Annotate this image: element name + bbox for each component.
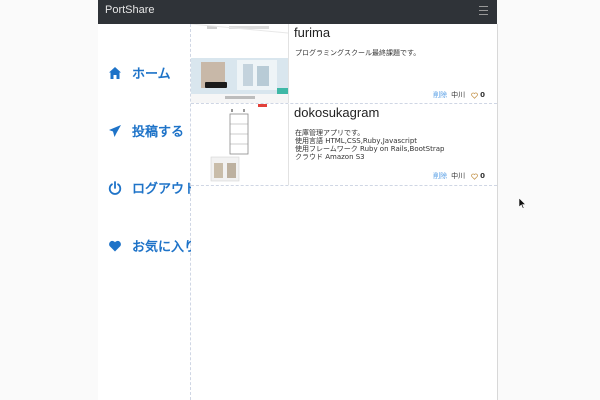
paper-plane-icon (109, 124, 121, 137)
description-line: プログラミングスクール最終課題です。 (295, 49, 421, 57)
sidebar-item-label: 投稿する (132, 125, 185, 140)
heart-outline-icon[interactable] (471, 173, 478, 180)
post-title[interactable]: dokosukagram (294, 105, 379, 120)
post-author: 中川 (451, 91, 466, 99)
description-line: クラウド Amazon S3 (295, 153, 365, 161)
sidebar-item-label: ログアウト (132, 182, 198, 197)
post-meta: 削除 中川 0 (433, 171, 485, 181)
post-card: furima プログラミングスクール最終課題です。 削除 中川 0 (191, 24, 497, 104)
sidebar: ホーム 投稿する ログアウト お気に入り (98, 24, 197, 400)
mouse-pointer-icon (519, 198, 527, 209)
sidebar-item-label: お気に入り (132, 240, 198, 255)
right-gutter (497, 0, 600, 400)
post-description: 在庫管理アプリです。 使用言語 HTML,CSS,Ruby,Javascript… (295, 129, 444, 161)
home-icon (109, 66, 121, 79)
like-count: 0 (480, 91, 485, 99)
power-icon (108, 180, 122, 195)
post-author: 中川 (451, 172, 466, 180)
heart-outline-icon[interactable] (471, 92, 478, 99)
post-feed: furima プログラミングスクール最終課題です。 削除 中川 0 dokosu… (191, 24, 498, 400)
sidebar-item-favorites[interactable]: お気に入り (108, 236, 197, 255)
page: PortShare ホーム 投稿する ログアウト お気に入り furima プロ… (0, 0, 600, 400)
sidebar-item-post[interactable]: 投稿する (108, 121, 184, 140)
delete-link[interactable]: 削除 (433, 90, 447, 100)
post-meta: 削除 中川 0 (433, 90, 485, 100)
post-title[interactable]: furima (294, 25, 330, 40)
brand-logo[interactable]: PortShare (105, 4, 155, 16)
thumbnail-shelf-image (191, 104, 288, 185)
menu-icon[interactable] (479, 6, 488, 15)
post-thumbnail[interactable] (191, 24, 289, 103)
like-count: 0 (480, 172, 485, 180)
sidebar-item-home[interactable]: ホーム (108, 63, 171, 82)
post-thumbnail[interactable] (191, 104, 289, 185)
sidebar-item-logout[interactable]: ログアウト (108, 178, 197, 197)
description-line: 在庫管理アプリです。 (295, 129, 365, 137)
post-description: プログラミングスクール最終課題です。 (295, 49, 420, 57)
description-line: 使用言語 HTML,CSS,Ruby,Javascript (295, 137, 418, 145)
delete-link[interactable]: 削除 (433, 171, 447, 181)
thumbnail-screenshot-image (191, 24, 288, 103)
sidebar-item-label: ホーム (132, 67, 171, 82)
heart-icon (109, 240, 121, 251)
description-line: 使用フレームワーク Ruby on Rails,BootStrap (295, 145, 445, 153)
navbar: PortShare (98, 0, 497, 24)
post-card: dokosukagram 在庫管理アプリです。 使用言語 HTML,CSS,Ru… (191, 104, 497, 186)
